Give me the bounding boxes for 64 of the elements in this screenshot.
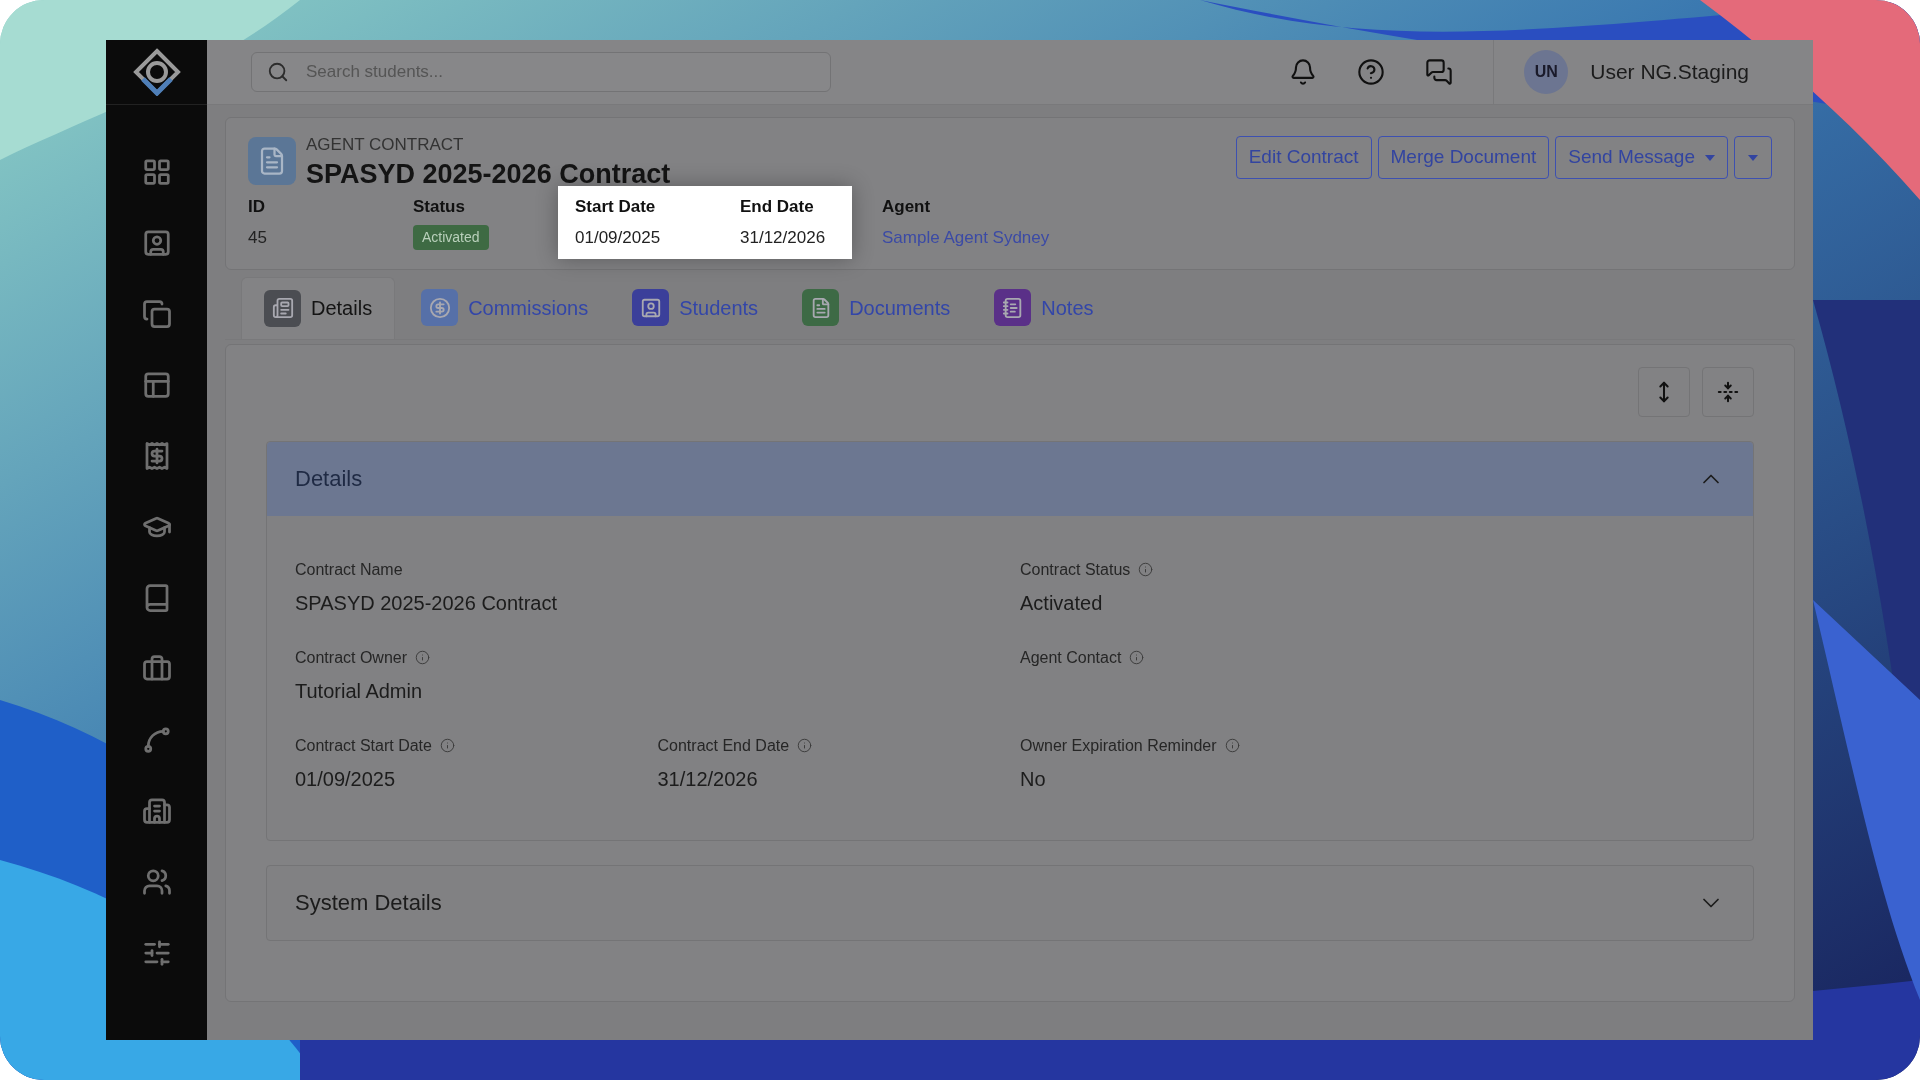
document-icon — [248, 136, 296, 185]
info-icon[interactable] — [439, 738, 455, 753]
dashboard-icon[interactable] — [141, 157, 172, 187]
record-type-label: AGENT CONTRACT — [306, 134, 465, 156]
record-title: SPASYD 2025-2026 Contract — [306, 157, 671, 190]
summary-value: 31/12/2026 — [740, 227, 827, 249]
summary-label: ID — [248, 195, 266, 218]
network-icon[interactable] — [141, 725, 172, 755]
field-value: Tutorial Admin — [295, 678, 424, 704]
summary-label: Agent — [882, 195, 932, 218]
field-label: Contract Owner — [295, 647, 408, 668]
search-icon — [267, 61, 289, 83]
logo-icon[interactable] — [132, 48, 181, 96]
field-label: Contract Status — [1020, 559, 1131, 580]
user-name[interactable]: User NG.Staging — [1590, 56, 1749, 88]
collapse-all-button[interactable] — [1702, 366, 1754, 417]
field-label: Contract End Date — [657, 735, 790, 756]
sliders-icon[interactable] — [141, 938, 172, 968]
tab[interactable]: Details — [241, 276, 396, 339]
status-badge: Activated — [413, 225, 489, 250]
section-title: Details — [295, 465, 363, 493]
tab[interactable]: Commissions — [403, 276, 607, 339]
action-button[interactable]: Merge Document — [1377, 136, 1550, 179]
field-value: No — [1020, 766, 1047, 792]
caret-icon — [1748, 154, 1758, 161]
info-icon[interactable] — [797, 738, 813, 753]
info-icon[interactable] — [1224, 738, 1240, 753]
info-icon[interactable] — [1138, 562, 1154, 577]
contact-card-icon[interactable] — [141, 228, 172, 258]
section-header[interactable]: System Details — [267, 865, 1753, 940]
summary-value: 45 — [248, 227, 268, 249]
field-value: Activated — [1020, 590, 1104, 616]
field-value: 31/12/2026 — [657, 766, 759, 792]
tab[interactable]: Notes — [976, 276, 1112, 339]
layout-icon[interactable] — [141, 370, 172, 400]
field-label: Contract Name — [295, 559, 403, 580]
info-icon[interactable] — [1129, 650, 1145, 665]
help-icon[interactable] — [1357, 58, 1386, 86]
dropdown-button[interactable]: Send Message — [1555, 136, 1728, 179]
messages-icon[interactable] — [1425, 58, 1454, 86]
summary-label: Status — [413, 195, 466, 218]
agent-link[interactable]: Sample Agent Sydney — [882, 225, 1050, 251]
tab[interactable]: Students — [614, 276, 777, 339]
expand-all-button[interactable] — [1638, 366, 1690, 417]
field-label: Owner Expiration Reminder — [1020, 735, 1217, 756]
notifications-icon[interactable] — [1289, 58, 1318, 86]
field-value: 01/09/2025 — [295, 766, 397, 792]
caret-icon — [1705, 154, 1715, 161]
tab[interactable]: Documents — [784, 276, 969, 339]
action-button[interactable]: Edit Contract — [1235, 136, 1372, 179]
field-label: Agent Contact — [1020, 647, 1122, 668]
summary-value: 01/09/2025 — [575, 227, 662, 249]
section-header[interactable]: Details — [267, 441, 1753, 516]
summary-label: Start Date — [575, 195, 657, 218]
info-icon[interactable] — [415, 650, 431, 665]
user-avatar[interactable]: UN — [1524, 50, 1569, 94]
users-icon[interactable] — [141, 867, 172, 897]
field-value: SPASYD 2025-2026 Contract — [295, 590, 558, 616]
field-label: Contract Start Date — [295, 735, 432, 756]
collapse-icon — [1717, 380, 1739, 403]
building-icon[interactable] — [141, 796, 172, 826]
stacked-cards-icon[interactable] — [141, 299, 172, 329]
summary-label: End Date — [740, 195, 815, 218]
section-title: System Details — [295, 889, 442, 917]
